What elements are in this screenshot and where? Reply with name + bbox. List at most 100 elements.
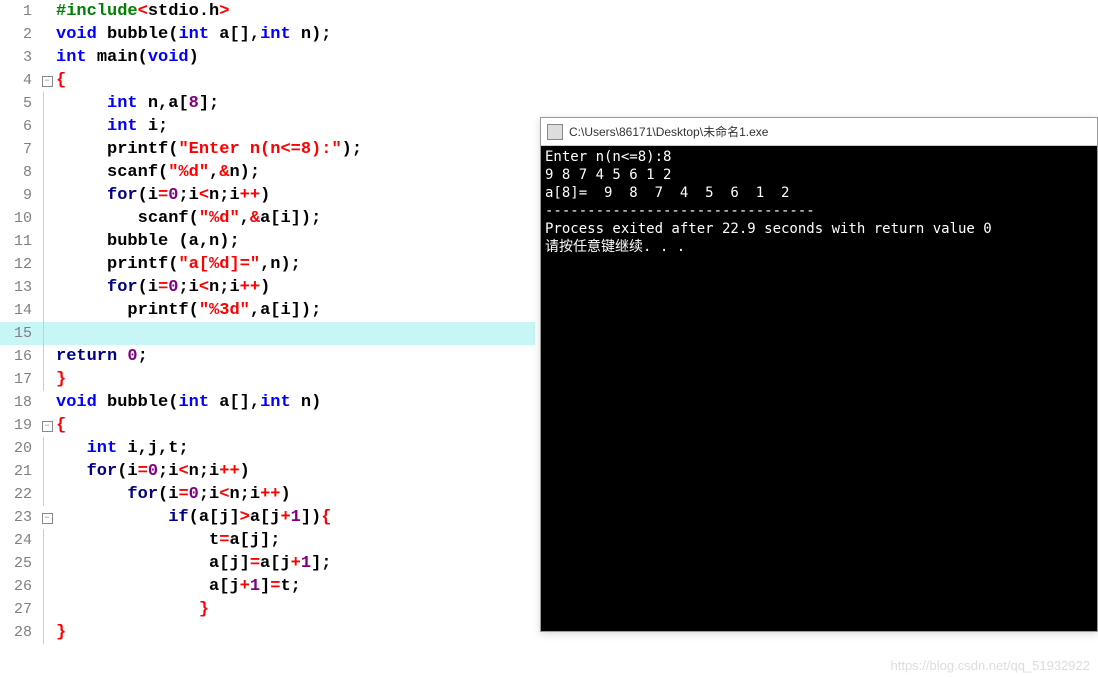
line-number: 14: [0, 299, 38, 322]
code-line[interactable]: 20 int i,j,t;: [0, 437, 535, 460]
code-text[interactable]: return 0;: [56, 345, 148, 368]
code-text[interactable]: for(i=0;i<n;i++): [56, 184, 270, 207]
line-number: 20: [0, 437, 38, 460]
fold-gutter[interactable]: −: [38, 414, 56, 437]
code-text[interactable]: printf("%3d",a[i]);: [56, 299, 321, 322]
code-editor[interactable]: 1 #include<stdio.h>2void bubble(int a[],i…: [0, 0, 535, 677]
code-line[interactable]: 26 a[j+1]=t;: [0, 575, 535, 598]
line-number: 10: [0, 207, 38, 230]
code-line[interactable]: 22 for(i=0;i<n;i++): [0, 483, 535, 506]
code-line[interactable]: 10 scanf("%d",&a[i]);: [0, 207, 535, 230]
code-text[interactable]: for(i=0;i<n;i++): [56, 276, 270, 299]
watermark: https://blog.csdn.net/qq_51932922: [891, 658, 1091, 673]
line-number: 1: [0, 0, 38, 23]
code-line[interactable]: 9 for(i=0;i<n;i++): [0, 184, 535, 207]
code-line[interactable]: 23− if(a[j]>a[j+1]){: [0, 506, 535, 529]
line-number: 22: [0, 483, 38, 506]
line-number: 28: [0, 621, 38, 644]
code-line[interactable]: 25 a[j]=a[j+1];: [0, 552, 535, 575]
code-line[interactable]: 24 t=a[j];: [0, 529, 535, 552]
code-text[interactable]: int i;: [56, 115, 168, 138]
line-number: 8: [0, 161, 38, 184]
code-line[interactable]: 14 printf("%3d",a[i]);: [0, 299, 535, 322]
console-window[interactable]: C:\Users\86171\Desktop\未命名1.exe Enter n(…: [540, 117, 1098, 632]
line-number: 25: [0, 552, 38, 575]
code-text[interactable]: scanf("%d",&n);: [56, 161, 260, 184]
code-text[interactable]: printf("Enter n(n<=8):");: [56, 138, 362, 161]
code-line[interactable]: 17}: [0, 368, 535, 391]
code-line[interactable]: 18 void bubble(int a[],int n): [0, 391, 535, 414]
code-text[interactable]: if(a[j]>a[j+1]){: [56, 506, 331, 529]
fold-gutter: [38, 299, 56, 322]
code-text[interactable]: int main(void): [56, 46, 199, 69]
code-line[interactable]: 19−{: [0, 414, 535, 437]
fold-gutter: [38, 322, 56, 345]
fold-gutter: [38, 253, 56, 276]
line-number: 27: [0, 598, 38, 621]
line-number: 17: [0, 368, 38, 391]
code-line[interactable]: 16return 0;: [0, 345, 535, 368]
line-number: 7: [0, 138, 38, 161]
code-text[interactable]: a[j+1]=t;: [56, 575, 301, 598]
fold-gutter: [38, 598, 56, 621]
fold-gutter: [38, 391, 56, 414]
code-line[interactable]: 12 printf("a[%d]=",n);: [0, 253, 535, 276]
console-output[interactable]: Enter n(n<=8):8 9 8 7 4 5 6 1 2 a[8]= 9 …: [541, 146, 1097, 631]
code-text[interactable]: int i,j,t;: [56, 437, 189, 460]
code-text[interactable]: void bubble(int a[],int n);: [56, 23, 331, 46]
fold-gutter: [38, 138, 56, 161]
line-number: 13: [0, 276, 38, 299]
code-line[interactable]: 2void bubble(int a[],int n);: [0, 23, 535, 46]
line-number: 24: [0, 529, 38, 552]
code-text[interactable]: }: [56, 368, 66, 391]
code-text[interactable]: t=a[j];: [56, 529, 280, 552]
fold-gutter: [38, 460, 56, 483]
code-line[interactable]: 21 for(i=0;i<n;i++): [0, 460, 535, 483]
code-line[interactable]: 8 scanf("%d",&n);: [0, 161, 535, 184]
code-text[interactable]: {: [56, 69, 66, 92]
code-text[interactable]: a[j]=a[j+1];: [56, 552, 331, 575]
line-number: 4: [0, 69, 38, 92]
line-number: 12: [0, 253, 38, 276]
code-text[interactable]: for(i=0;i<n;i++): [56, 460, 250, 483]
code-line[interactable]: 27 }: [0, 598, 535, 621]
app-icon: [547, 124, 563, 140]
code-text[interactable]: scanf("%d",&a[i]);: [56, 207, 321, 230]
line-number: 18: [0, 391, 38, 414]
fold-gutter: [38, 483, 56, 506]
fold-gutter: [38, 207, 56, 230]
code-text[interactable]: int n,a[8];: [56, 92, 219, 115]
fold-gutter: [38, 621, 56, 644]
code-line[interactable]: 3 int main(void): [0, 46, 535, 69]
console-title: C:\Users\86171\Desktop\未命名1.exe: [569, 123, 768, 140]
code-line[interactable]: 15: [0, 322, 535, 345]
code-line[interactable]: 13 for(i=0;i<n;i++): [0, 276, 535, 299]
fold-gutter[interactable]: −: [38, 69, 56, 92]
code-line[interactable]: 6 int i;: [0, 115, 535, 138]
code-line[interactable]: 4−{: [0, 69, 535, 92]
fold-gutter: [38, 368, 56, 391]
code-text[interactable]: #include<stdio.h>: [56, 0, 229, 23]
fold-gutter: [38, 230, 56, 253]
code-text[interactable]: bubble (a,n);: [56, 230, 240, 253]
code-line[interactable]: 1 #include<stdio.h>: [0, 0, 535, 23]
fold-gutter[interactable]: −: [38, 506, 56, 529]
console-titlebar[interactable]: C:\Users\86171\Desktop\未命名1.exe: [541, 118, 1097, 146]
line-number: 3: [0, 46, 38, 69]
line-number: 23: [0, 506, 38, 529]
code-text[interactable]: for(i=0;i<n;i++): [56, 483, 291, 506]
fold-gutter: [38, 345, 56, 368]
code-line[interactable]: 28}: [0, 621, 535, 644]
code-text[interactable]: {: [56, 414, 66, 437]
fold-gutter: [38, 276, 56, 299]
fold-gutter: [38, 161, 56, 184]
line-number: 6: [0, 115, 38, 138]
code-text[interactable]: printf("a[%d]=",n);: [56, 253, 301, 276]
code-line[interactable]: 7 printf("Enter n(n<=8):");: [0, 138, 535, 161]
code-line[interactable]: 11 bubble (a,n);: [0, 230, 535, 253]
line-number: 15: [0, 322, 38, 345]
code-text[interactable]: void bubble(int a[],int n): [56, 391, 321, 414]
code-text[interactable]: }: [56, 621, 66, 644]
code-line[interactable]: 5 int n,a[8];: [0, 92, 535, 115]
code-text[interactable]: }: [56, 598, 209, 621]
